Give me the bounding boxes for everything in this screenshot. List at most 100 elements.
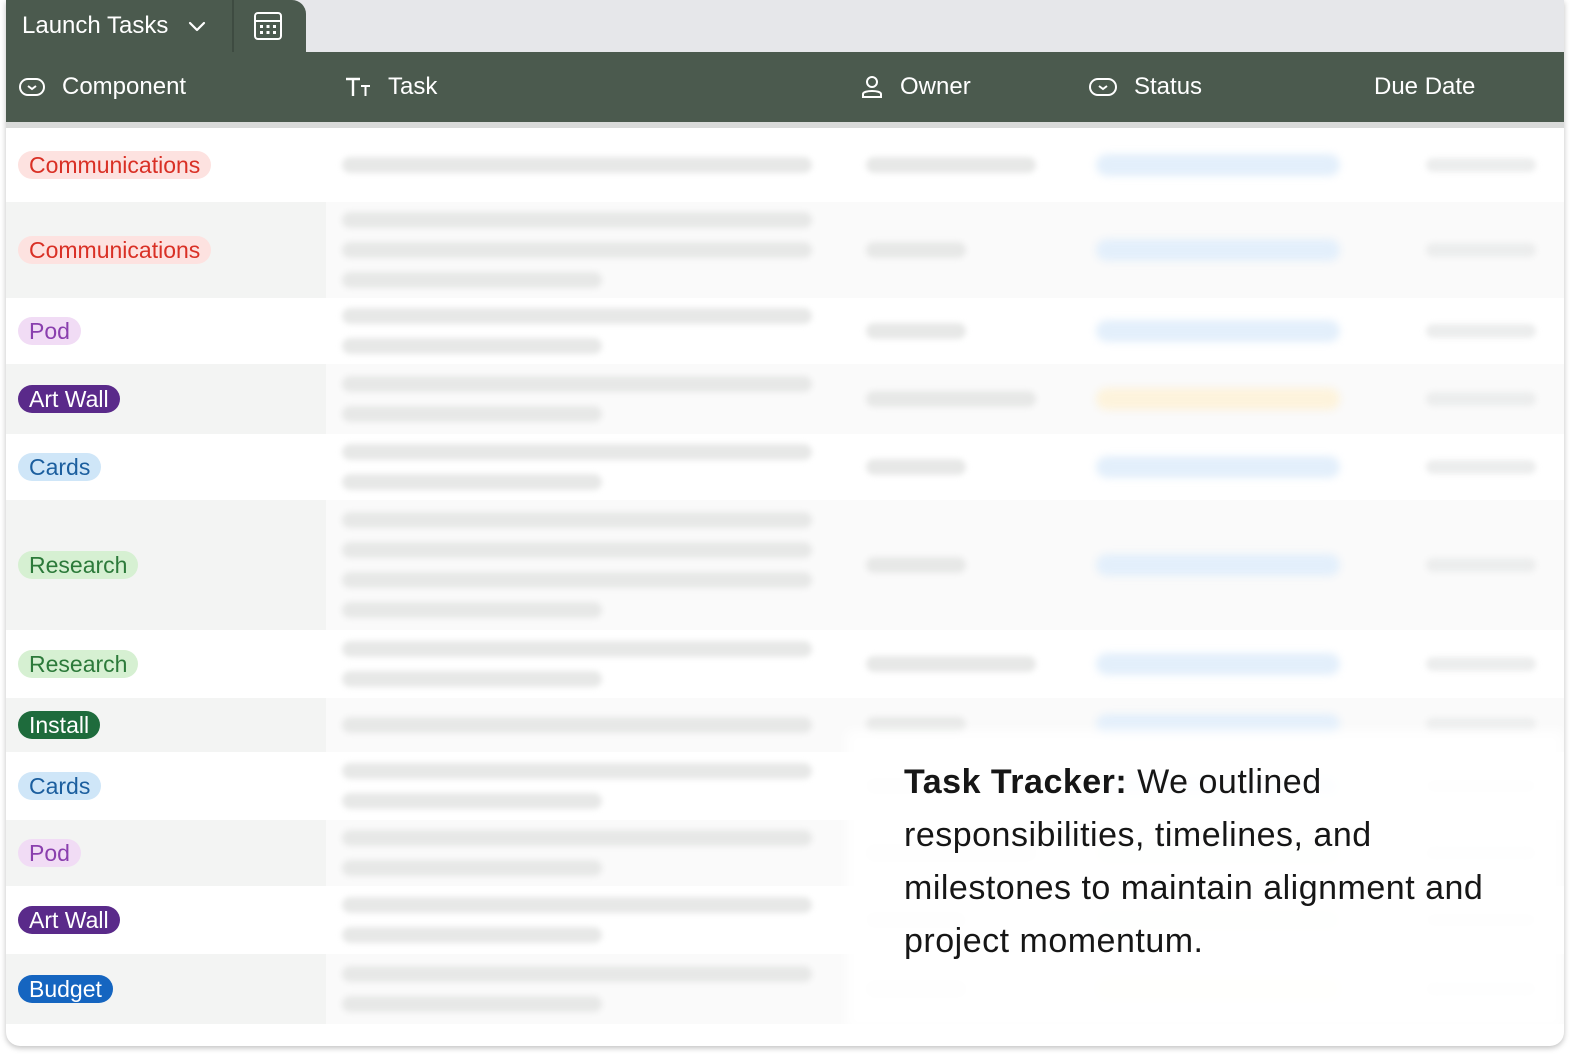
component-cell[interactable]: Cards [6, 752, 326, 820]
blurred-task-text [342, 157, 812, 173]
caption-lead: Task Tracker: [904, 763, 1128, 801]
person-icon [862, 76, 882, 98]
blurred-owner [866, 656, 1036, 672]
blurred-task-text [342, 793, 602, 809]
blurred-task-text [342, 542, 812, 558]
component-cell[interactable]: Pod [6, 820, 326, 886]
blurred-owner [866, 459, 966, 475]
blurred-task-text [342, 641, 812, 657]
column-header-due-date[interactable]: Due Date [1374, 52, 1475, 122]
blurred-task-text [342, 996, 602, 1012]
component-chip: Art Wall [18, 385, 120, 413]
blurred-due-date [1426, 324, 1536, 338]
component-chip: Budget [18, 975, 113, 1003]
blurred-task-text [342, 671, 602, 687]
table-row[interactable]: Art Wall [6, 364, 1564, 434]
redacted-cells [326, 202, 1564, 298]
table-row[interactable]: Research [6, 630, 1564, 698]
component-cell[interactable]: Budget [6, 954, 326, 1024]
blurred-owner [866, 391, 1036, 407]
column-header-component[interactable]: Component [18, 52, 186, 122]
blurred-due-date [1426, 243, 1536, 257]
task-tracker-window: Launch Tasks Component Task Owner Status… [6, 0, 1564, 1046]
column-header-owner[interactable]: Owner [860, 52, 971, 122]
component-cell[interactable]: Art Wall [6, 364, 326, 434]
blurred-due-date [1426, 158, 1536, 172]
blurred-task-text [342, 966, 812, 982]
column-label: Owner [900, 73, 971, 100]
component-cell[interactable]: Cards [6, 434, 326, 500]
component-cell[interactable]: Art Wall [6, 886, 326, 954]
redacted-cells [326, 630, 1564, 698]
component-chip: Research [18, 551, 139, 579]
component-cell[interactable]: Communications [6, 202, 326, 298]
column-label: Task [388, 73, 438, 100]
blurred-owner [866, 323, 966, 339]
component-chip: Cards [18, 772, 102, 800]
column-label: Due Date [1374, 73, 1476, 100]
component-chip: Communications [18, 236, 212, 264]
blurred-status-pill [1096, 653, 1340, 675]
component-cell[interactable]: Research [6, 500, 326, 630]
blurred-task-text [342, 897, 812, 913]
blurred-task-text [342, 338, 602, 354]
blurred-owner [866, 557, 966, 573]
blurred-task-text [342, 830, 812, 846]
blurred-status-pill [1096, 554, 1340, 576]
blurred-task-text [342, 717, 812, 733]
component-chip: Communications [18, 151, 212, 179]
blurred-status-pill [1096, 239, 1340, 261]
table-row[interactable]: Communications [6, 202, 1564, 298]
column-label: Component [62, 73, 187, 100]
component-chip: Pod [18, 317, 81, 345]
blurred-task-text [342, 512, 812, 528]
blurred-due-date [1426, 558, 1536, 572]
blurred-task-text [342, 763, 812, 779]
view-tab-launch-tasks[interactable]: Launch Tasks [6, 0, 306, 52]
component-chip: Install [18, 711, 101, 739]
select-icon [1089, 78, 1117, 96]
table-row[interactable]: Cards [6, 434, 1564, 500]
column-header-status[interactable]: Status [1088, 52, 1202, 122]
blurred-task-text [342, 376, 812, 392]
table-header: Component Task Owner Status Due Date [6, 52, 1564, 122]
blurred-task-text [342, 444, 812, 460]
component-cell[interactable]: Pod [6, 298, 326, 364]
component-chip: Art Wall [18, 906, 120, 934]
column-label: Status [1134, 73, 1203, 100]
table-row[interactable]: Research [6, 500, 1564, 630]
component-chip: Cards [18, 453, 102, 481]
select-icon [19, 78, 45, 96]
redacted-cells [326, 298, 1564, 364]
blurred-task-text [342, 212, 812, 228]
blurred-task-text [342, 572, 812, 588]
blurred-due-date [1426, 460, 1536, 474]
tab-divider [232, 0, 234, 52]
blurred-status-pill [1096, 456, 1340, 478]
component-cell[interactable]: Communications [6, 128, 326, 202]
redacted-cells [326, 128, 1564, 202]
tab-strip: Launch Tasks [6, 0, 1564, 52]
blurred-task-text [342, 474, 602, 490]
blurred-status-pill [1096, 154, 1340, 176]
blurred-task-text [342, 860, 602, 876]
blurred-task-text [342, 602, 602, 618]
chevron-down-icon[interactable] [186, 15, 208, 37]
component-cell[interactable]: Install [6, 698, 326, 752]
component-chip: Research [18, 650, 139, 678]
text-icon [346, 77, 370, 96]
table-row[interactable]: Communications [6, 128, 1564, 202]
blurred-due-date [1426, 392, 1536, 406]
calculator-icon[interactable] [252, 10, 284, 42]
caption: Task Tracker: We outlined responsibiliti… [904, 756, 1524, 968]
table-row[interactable]: Pod [6, 298, 1564, 364]
blurred-owner [866, 242, 966, 258]
redacted-cells [326, 500, 1564, 630]
component-chip: Pod [18, 839, 81, 867]
blurred-task-text [342, 308, 812, 324]
blurred-due-date [1426, 657, 1536, 671]
column-header-task[interactable]: Task [344, 52, 437, 122]
blurred-status-pill [1096, 388, 1340, 410]
blurred-task-text [342, 242, 812, 258]
component-cell[interactable]: Research [6, 630, 326, 698]
